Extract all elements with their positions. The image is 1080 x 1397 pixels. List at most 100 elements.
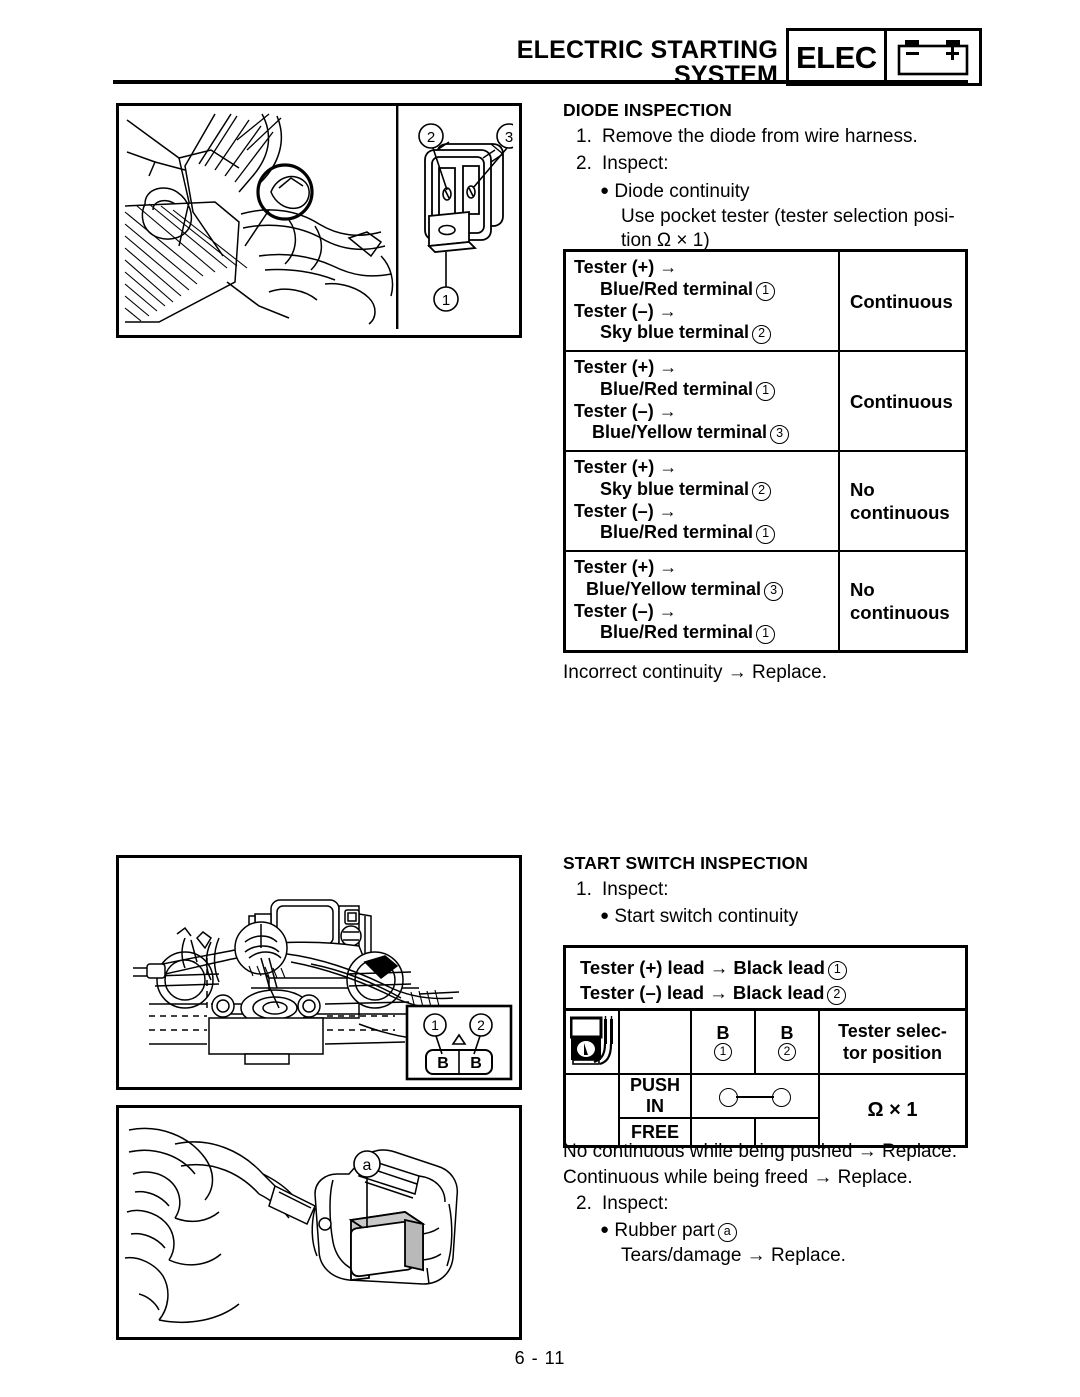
- start-switch-result-line-1: No continuous while being pushed → Repla…: [563, 1141, 957, 1162]
- bullet-icon: ●: [600, 182, 610, 199]
- elec-badge-label: ELEC: [796, 39, 877, 75]
- start-switch-step-2: 2. Inspect:: [576, 1191, 669, 1218]
- condition-line: Blue/Yellow terminal 3: [574, 579, 832, 601]
- svg-text:B: B: [437, 1055, 449, 1072]
- callout-number: 1: [756, 625, 776, 644]
- condition-line: Blue/Red terminal 1: [574, 522, 832, 544]
- terminal-label: B: [780, 1022, 794, 1043]
- start-switch-step-1: 1. Inspect:: [576, 877, 669, 904]
- start-switch-continuity-table: B 1 B 2 Tester selec- tor position PUSH …: [563, 1008, 968, 1148]
- condition-line: Tester (+) →: [574, 557, 678, 577]
- diode-after-table-note: Incorrect continuity → Replace.: [563, 662, 828, 683]
- diode-inspection-heading: DIODE INSPECTION: [563, 100, 732, 120]
- condition-line: Tester (–) →: [574, 400, 677, 421]
- condition-line: Tester (–) →: [574, 500, 677, 521]
- condition-line: Sky blue terminal 2: [574, 322, 832, 344]
- diode-row-0-result: Continuous: [838, 249, 968, 352]
- svg-text:3: 3: [505, 129, 513, 146]
- callout-number: 1: [756, 281, 776, 301]
- callout-number: 2: [752, 481, 772, 501]
- page-number: 6 - 11: [514, 1348, 566, 1368]
- callout-number: 1: [714, 1042, 732, 1061]
- diode-row-2-result: No continuous: [838, 450, 968, 552]
- continuity-line: [736, 1096, 774, 1098]
- condition-line: Sky blue terminal 2: [574, 479, 832, 501]
- table-row: Tester (+) → Blue/Yellow terminal 3 Teste…: [563, 550, 968, 653]
- switch-state-push-in: PUSH IN: [618, 1073, 692, 1119]
- terminal-label: B: [716, 1022, 730, 1043]
- diode-step-1-text: Remove the diode from wire harness.: [602, 126, 918, 147]
- continuity-dot-right: [772, 1087, 791, 1107]
- diode-continuity-table: Tester (+) → Blue/Red terminal 1 Tester (…: [563, 249, 968, 653]
- start-switch-wiring-illustration: 1 2 B B: [116, 855, 522, 1090]
- condition-line: Tester (+) →: [574, 257, 678, 277]
- start-switch-bullet-continuity: ● Start switch continuity: [600, 903, 798, 931]
- callout-number: 3: [764, 581, 784, 601]
- condition-line: Blue/Red terminal 1: [574, 379, 832, 401]
- diode-row-0-conditions: Tester (+) → Blue/Red terminal 1 Tester (…: [563, 249, 840, 352]
- callout-number: 2: [827, 986, 847, 1005]
- condition-line: Tester (+) →: [574, 357, 678, 377]
- selector-position-value: Ω × 1: [818, 1073, 968, 1148]
- selector-header-line-1: Tester selec-: [838, 1021, 947, 1041]
- start-switch-step-1-text: Inspect:: [602, 879, 669, 900]
- diode-step-2-number: 2.: [576, 153, 592, 174]
- condition-line: Tester (+) →: [574, 457, 678, 477]
- condition-line: Blue/Red terminal 1: [574, 279, 832, 301]
- diode-location-illustration: 2 3 1: [116, 103, 522, 338]
- table-row: Tester (+) → Sky blue terminal 2 Tester (…: [563, 450, 968, 552]
- switch-figure-cell: [563, 1073, 620, 1148]
- battery-icon: [883, 31, 979, 83]
- diode-bullet-text: Diode continuity: [614, 181, 750, 202]
- continuity-link: [692, 1083, 818, 1109]
- diode-note-line-1: Use pocket tester (tester selection posi…: [621, 206, 955, 227]
- manual-page: ELECTRIC STARTING SYSTEM ELEC 2 3 1 DIOD…: [0, 0, 1080, 1397]
- svg-text:B: B: [470, 1055, 482, 1072]
- lead-line-1: Tester (+) lead → Black lead 1: [580, 955, 965, 980]
- diode-bullet-continuity: ● Diode continuity: [600, 178, 750, 206]
- elec-section-badge: ELEC: [786, 28, 982, 86]
- terminal-header-2: B 2: [754, 1008, 820, 1075]
- condition-line: Tester (–) →: [574, 600, 677, 621]
- svg-text:1: 1: [431, 1017, 439, 1033]
- start-switch-rubber-part-illustration: a: [116, 1105, 522, 1340]
- callout-number: 3: [770, 425, 790, 444]
- rubber-part-text: Rubber part: [614, 1220, 715, 1241]
- condition-line: Blue/Red terminal 1: [574, 622, 832, 644]
- lead-line-2: Tester (–) lead → Black lead 2: [580, 980, 965, 1005]
- condition-line: Tester (–) →: [574, 300, 677, 321]
- start-switch-bullet-rubber-part: ● Rubber part a: [600, 1217, 737, 1245]
- diode-row-2-conditions: Tester (+) → Sky blue terminal 2 Tester (…: [563, 450, 840, 552]
- start-switch-lead-box: Tester (+) lead → Black lead 1 Tester (–)…: [563, 945, 968, 1016]
- svg-text:1: 1: [442, 292, 450, 309]
- table-row: Tester (+) → Blue/Red terminal 1 Tester (…: [563, 350, 968, 452]
- callout-number: 1: [756, 525, 776, 544]
- svg-text:a: a: [363, 1157, 372, 1174]
- start-switch-result-line-2: Continuous while being freed → Replace.: [563, 1167, 913, 1188]
- callout-number: 2: [752, 325, 772, 344]
- callout-number: 1: [827, 961, 847, 980]
- svg-text:2: 2: [477, 1017, 485, 1033]
- callout-letter: a: [717, 1223, 737, 1242]
- start-switch-step-2-text: Inspect:: [602, 1193, 669, 1214]
- diode-step-1-number: 1.: [576, 126, 592, 147]
- state-header-empty: [618, 1008, 692, 1075]
- table-row: Tester (+) → Blue/Red terminal 1 Tester (…: [563, 249, 968, 352]
- diode-row-1-result: Continuous: [838, 350, 968, 452]
- bullet-icon: ●: [600, 907, 610, 924]
- table-row: PUSH IN Ω × 1: [563, 1073, 968, 1148]
- svg-text:2: 2: [427, 129, 435, 146]
- start-switch-step-2-number: 2.: [576, 1193, 592, 1214]
- diode-row-3-conditions: Tester (+) → Blue/Yellow terminal 3 Teste…: [563, 550, 840, 653]
- diode-step-1: 1. Remove the diode from wire harness.: [576, 124, 918, 151]
- terminal-header-1: B 1: [690, 1008, 756, 1075]
- diode-step-2-text: Inspect:: [602, 153, 669, 174]
- start-switch-inspection-heading: START SWITCH INSPECTION: [563, 853, 809, 873]
- diode-step-2: 2. Inspect:: [576, 151, 669, 178]
- rubber-part-note: Tears/damage → Replace.: [621, 1245, 846, 1266]
- bullet-icon: ●: [600, 1221, 610, 1238]
- diode-row-3-result: No continuous: [838, 550, 968, 653]
- condition-line: Blue/Yellow terminal 3: [574, 422, 832, 444]
- callout-number: 1: [756, 381, 776, 401]
- continuity-indicator-push-in: [690, 1073, 820, 1119]
